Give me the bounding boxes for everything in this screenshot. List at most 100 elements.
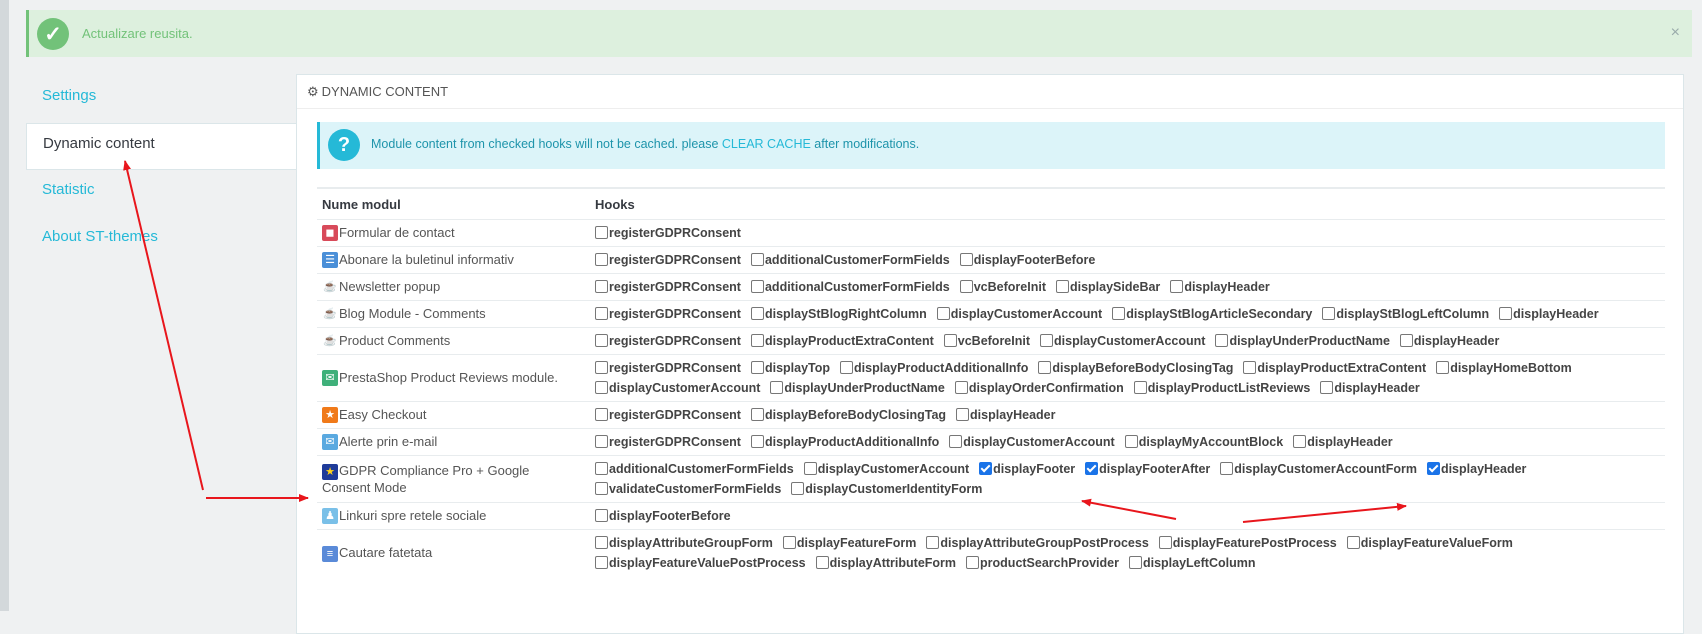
hook-option-displaycustomeraccount[interactable]: displayCustomerAccount — [949, 432, 1115, 452]
hook-option-displayproductlistreviews[interactable]: displayProductListReviews — [1133, 378, 1310, 398]
hook-option-displayheader[interactable]: displayHeader — [1426, 459, 1526, 479]
hook-option-displaysidebar[interactable]: displaySideBar — [1055, 277, 1160, 297]
checkbox[interactable] — [750, 361, 764, 374]
checkbox[interactable] — [595, 361, 608, 374]
hook-option-displayproductextracontent[interactable]: displayProductExtraContent — [1243, 358, 1426, 378]
checkbox[interactable] — [595, 536, 608, 550]
hook-option-registergdprconsent[interactable]: registerGDPRConsent — [595, 358, 741, 378]
hook-option-displayfeaturevaluepostprocess[interactable]: displayFeatureValuePostProcess — [595, 553, 806, 573]
tab-about-st-themes[interactable]: About ST-themes — [26, 217, 296, 264]
hook-option-displayleftcolumn[interactable]: displayLeftColumn — [1128, 553, 1255, 573]
checkbox[interactable] — [1215, 334, 1229, 347]
checkbox[interactable] — [966, 556, 980, 570]
checkbox[interactable] — [595, 408, 608, 421]
checkbox[interactable] — [595, 334, 608, 347]
checkbox[interactable] — [595, 253, 608, 266]
checkbox[interactable] — [959, 253, 973, 266]
checkbox[interactable] — [791, 482, 805, 495]
checkbox[interactable] — [1170, 280, 1184, 293]
hook-option-displayunderproductname[interactable]: displayUnderProductName — [770, 378, 945, 398]
checkbox[interactable] — [943, 334, 957, 347]
tab-settings[interactable]: Settings — [26, 76, 296, 123]
checkbox[interactable] — [595, 556, 608, 570]
hook-option-displayattributeform[interactable]: displayAttributeForm — [815, 553, 956, 573]
hook-option-displayfeaturepostprocess[interactable]: displayFeaturePostProcess — [1158, 533, 1337, 553]
hook-option-displaystblogarticlesecondary[interactable]: displayStBlogArticleSecondary — [1112, 304, 1312, 324]
checkbox[interactable] — [595, 482, 608, 495]
checkbox[interactable] — [750, 334, 764, 347]
checkbox-checked[interactable] — [1426, 462, 1440, 475]
hook-option-displaycustomeraccount[interactable]: displayCustomerAccount — [936, 304, 1102, 324]
checkbox[interactable] — [595, 280, 608, 293]
hook-option-additionalcustomerformfields[interactable]: additionalCustomerFormFields — [750, 250, 950, 270]
hook-option-registergdprconsent[interactable]: registerGDPRConsent — [595, 277, 741, 297]
hook-option-vcbeforeinit[interactable]: vcBeforeInit — [943, 331, 1030, 351]
checkbox[interactable] — [750, 435, 764, 448]
checkbox[interactable] — [595, 307, 608, 320]
hook-option-displayfooterafter[interactable]: displayFooterAfter — [1085, 459, 1210, 479]
tab-statistic[interactable]: Statistic — [26, 170, 296, 217]
hook-option-registergdprconsent[interactable]: registerGDPRConsent — [595, 223, 741, 243]
checkbox[interactable] — [1040, 334, 1054, 347]
hook-option-displayattributegrouppostprocess[interactable]: displayAttributeGroupPostProcess — [926, 533, 1149, 553]
hook-option-displaymyaccountblock[interactable]: displayMyAccountBlock — [1124, 432, 1283, 452]
hook-option-displaycustomeraccountform[interactable]: displayCustomerAccountForm — [1220, 459, 1417, 479]
checkbox[interactable] — [1128, 556, 1142, 570]
checkbox[interactable] — [1399, 334, 1413, 347]
clear-cache-link[interactable]: CLEAR CACHE — [722, 137, 811, 151]
checkbox[interactable] — [595, 381, 608, 394]
hook-option-displayfeatureform[interactable]: displayFeatureForm — [782, 533, 916, 553]
checkbox[interactable] — [1112, 307, 1126, 320]
checkbox[interactable] — [1158, 536, 1172, 550]
hook-option-displayfooterbefore[interactable]: displayFooterBefore — [959, 250, 1095, 270]
hook-option-displaycustomeraccount[interactable]: displayCustomerAccount — [803, 459, 969, 479]
hook-option-registergdprconsent[interactable]: registerGDPRConsent — [595, 405, 741, 425]
checkbox[interactable] — [595, 509, 608, 522]
checkbox[interactable] — [840, 361, 854, 374]
checkbox[interactable] — [926, 536, 940, 550]
hook-option-displayattributegroupform[interactable]: displayAttributeGroupForm — [595, 533, 773, 553]
hook-option-displayheader[interactable]: displayHeader — [1320, 378, 1420, 398]
checkbox[interactable] — [949, 435, 963, 448]
hook-option-additionalcustomerformfields[interactable]: additionalCustomerFormFields — [750, 277, 950, 297]
checkbox[interactable] — [1124, 435, 1138, 448]
checkbox[interactable] — [595, 226, 608, 239]
checkbox[interactable] — [1220, 462, 1234, 475]
hook-option-displayfooterbefore[interactable]: displayFooterBefore — [595, 506, 731, 526]
checkbox-checked[interactable] — [979, 462, 993, 475]
checkbox[interactable] — [770, 381, 784, 394]
checkbox[interactable] — [782, 536, 796, 550]
checkbox[interactable] — [803, 462, 817, 475]
hook-option-registergdprconsent[interactable]: registerGDPRConsent — [595, 331, 741, 351]
hook-option-displayproductadditionalinfo[interactable]: displayProductAdditionalInfo — [750, 432, 939, 452]
hook-option-additionalcustomerformfields[interactable]: additionalCustomerFormFields — [595, 459, 794, 479]
checkbox[interactable] — [1055, 280, 1069, 293]
checkbox[interactable] — [595, 462, 608, 475]
checkbox[interactable] — [936, 307, 950, 320]
hook-option-displayorderconfirmation[interactable]: displayOrderConfirmation — [954, 378, 1124, 398]
hook-option-registergdprconsent[interactable]: registerGDPRConsent — [595, 250, 741, 270]
hook-option-displaybeforebodyclosingtag[interactable]: displayBeforeBodyClosingTag — [1038, 358, 1233, 378]
tab-dynamic-content[interactable]: Dynamic content — [26, 123, 296, 170]
hook-option-validatecustomerformfields[interactable]: validateCustomerFormFields — [595, 479, 781, 499]
checkbox[interactable] — [1346, 536, 1360, 550]
checkbox[interactable] — [750, 408, 764, 421]
checkbox[interactable] — [1293, 435, 1307, 448]
checkbox[interactable] — [1243, 361, 1257, 374]
hook-option-registergdprconsent[interactable]: registerGDPRConsent — [595, 304, 741, 324]
hook-option-displayheader[interactable]: displayHeader — [1499, 304, 1599, 324]
hook-option-displaycustomeraccount[interactable]: displayCustomerAccount — [595, 378, 760, 398]
checkbox[interactable] — [954, 381, 968, 394]
hook-option-displayheader[interactable]: displayHeader — [1170, 277, 1270, 297]
checkbox[interactable] — [750, 280, 764, 293]
hook-option-displaystblogrightcolumn[interactable]: displayStBlogRightColumn — [750, 304, 927, 324]
hook-option-displayfeaturevalueform[interactable]: displayFeatureValueForm — [1346, 533, 1513, 553]
hook-option-displayheader[interactable]: displayHeader — [1293, 432, 1393, 452]
hook-option-displaybeforebodyclosingtag[interactable]: displayBeforeBodyClosingTag — [750, 405, 946, 425]
hook-option-registergdprconsent[interactable]: registerGDPRConsent — [595, 432, 741, 452]
hook-option-displaycustomeridentityform[interactable]: displayCustomerIdentityForm — [791, 479, 982, 499]
hook-option-displayheader[interactable]: displayHeader — [956, 405, 1056, 425]
checkbox[interactable] — [959, 280, 973, 293]
hook-option-displaystblogleftcolumn[interactable]: displayStBlogLeftColumn — [1322, 304, 1489, 324]
hook-option-displayheader[interactable]: displayHeader — [1399, 331, 1499, 351]
